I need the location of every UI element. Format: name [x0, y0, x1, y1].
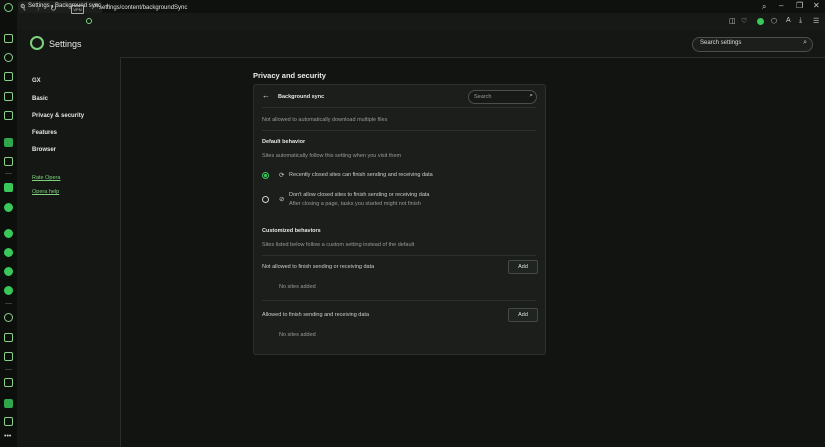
instagram-icon[interactable] — [4, 286, 13, 295]
search-icon: ⌕ — [529, 92, 533, 99]
vpn-badge[interactable]: VPN — [71, 5, 84, 14]
divider — [262, 255, 536, 256]
opera-page-icon — [86, 18, 92, 24]
blocked-empty: No sites added — [279, 284, 316, 290]
add-blocked-button[interactable]: Add — [508, 260, 538, 274]
tab-settings[interactable]: ⚙ Settings - Background sync ✕ — [18, 1, 102, 13]
reload-icon[interactable]: ↻ — [50, 4, 57, 13]
blocked-label: Not allowed to finish sending or receivi… — [262, 264, 375, 270]
close-icon[interactable]: ✕ — [93, 2, 99, 10]
history-icon[interactable] — [4, 352, 13, 361]
send-icon[interactable] — [4, 333, 13, 342]
heart-icon[interactable]: ♡ — [741, 17, 747, 25]
back-arrow-icon[interactable]: ← — [262, 91, 270, 100]
settings-icon[interactable] — [4, 138, 13, 147]
workspaces-icon[interactable] — [4, 157, 13, 166]
default-behavior-heading: Default behavior — [262, 139, 306, 145]
sidebar: ••• — [0, 13, 18, 447]
sidebar-divider — [5, 369, 12, 370]
camera-icon[interactable]: ◫ — [729, 17, 736, 25]
messenger-alt-icon[interactable] — [4, 248, 13, 257]
opera-help-link[interactable]: Opera help — [32, 189, 59, 195]
twitch-icon[interactable] — [4, 72, 13, 81]
snapshot-icon[interactable] — [4, 417, 13, 426]
sidebar-divider — [5, 173, 12, 174]
window-close-icon[interactable]: ✕ — [813, 1, 820, 10]
sync-icon: ⟳ — [279, 172, 285, 179]
nav-item-gx[interactable]: GX — [32, 78, 41, 84]
sync-disabled-icon: ⊘ — [279, 196, 285, 203]
opera-menu-icon[interactable] — [4, 3, 13, 12]
profile-icon[interactable] — [757, 18, 764, 25]
nav-item-features[interactable]: Features — [32, 130, 57, 136]
telegram-icon[interactable] — [4, 229, 13, 238]
radio-allow[interactable] — [262, 172, 269, 179]
extensions-icon[interactable] — [4, 378, 13, 387]
music-player-icon[interactable] — [4, 111, 13, 120]
gx-control-icon[interactable] — [4, 34, 13, 43]
back-icon[interactable]: ‹ — [23, 4, 26, 13]
search-icon: ⌕ — [803, 39, 807, 46]
card-title: Background sync — [278, 94, 325, 100]
settings-search-input[interactable]: Search settings ⌕ — [692, 37, 813, 52]
messenger-icon[interactable] — [4, 183, 13, 192]
download-icon[interactable]: ⤓ — [799, 17, 802, 25]
gx-corner-icon[interactable] — [4, 53, 13, 62]
restore-icon[interactable]: ❐ — [796, 1, 803, 10]
default-behavior-desc: Sites automatically follow this setting … — [262, 153, 402, 159]
opera-logo — [30, 36, 44, 50]
customized-heading: Customized behaviors — [262, 228, 321, 234]
forward-icon[interactable]: › — [37, 4, 40, 13]
nav-item-basic[interactable]: Basic — [32, 96, 48, 102]
extensions-cube-icon[interactable]: ⬡ — [771, 17, 777, 25]
vk-icon[interactable] — [4, 267, 13, 276]
option-block-label: Don't allow closed sites to finish sendi… — [289, 192, 430, 198]
address-bar — [17, 13, 825, 31]
option-block-sub: After closing a page, tasks you started … — [289, 201, 421, 207]
divider — [262, 130, 536, 131]
sidebar-divider — [5, 303, 12, 304]
aria-icon[interactable]: A — [786, 17, 791, 24]
url-field[interactable]: settings/content/backgroundSync — [99, 5, 187, 11]
discord-icon[interactable] — [4, 92, 13, 101]
whatsapp-icon[interactable] — [4, 203, 13, 212]
rate-opera-link[interactable]: Rate Opera — [32, 175, 60, 181]
option-allow-label: Recently closed sites can finish sending… — [289, 172, 433, 178]
menu-icon[interactable]: ☰ — [813, 17, 819, 25]
allowed-label: Allowed to finish sending and receiving … — [262, 312, 370, 318]
nav-item-privacy[interactable]: Privacy & security — [32, 113, 84, 119]
card-search-placeholder: Search — [474, 93, 492, 100]
top-text: Not allowed to automatically download mu… — [262, 117, 388, 123]
card-search-input[interactable]: Search ⌕ — [468, 90, 537, 104]
divider — [262, 107, 536, 108]
section-title: Privacy and security — [253, 71, 326, 80]
gx-cleaner-icon[interactable] — [4, 399, 13, 408]
nav-item-browser[interactable]: Browser — [32, 147, 56, 153]
allowed-empty: No sites added — [279, 332, 316, 338]
customized-desc: Sites listed below follow a custom setti… — [262, 242, 415, 248]
add-allowed-button[interactable]: Add — [508, 308, 538, 322]
more-icon[interactable]: ••• — [4, 433, 11, 440]
page-title: Settings — [49, 39, 82, 49]
search-placeholder: Search settings — [700, 40, 742, 46]
minimize-icon[interactable]: – — [779, 1, 783, 10]
settings-card: ← Background sync Search ⌕ Not allowed t… — [253, 84, 546, 355]
divider — [262, 300, 536, 301]
player-icon[interactable] — [4, 313, 13, 322]
search-tabs-icon[interactable]: ⌕ — [762, 2, 766, 12]
radio-block[interactable] — [262, 196, 269, 203]
